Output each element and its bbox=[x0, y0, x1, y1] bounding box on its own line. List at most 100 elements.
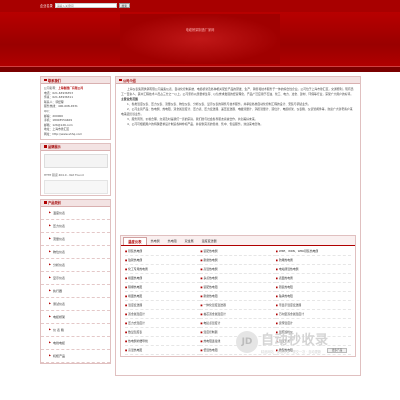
product-label: 温度控制器 bbox=[203, 330, 218, 334]
ad-image[interactable] bbox=[44, 179, 108, 194]
product-tab[interactable]: 热电阻 bbox=[164, 237, 181, 245]
product-label: 一体化温度变送器 bbox=[203, 303, 226, 307]
product-link[interactable]: ■装配热电偶 bbox=[200, 247, 276, 256]
product-link[interactable]: ■压力式温度计 bbox=[125, 319, 201, 328]
product-link[interactable]: ■带显示温度变送器 bbox=[275, 301, 351, 310]
contact-value: 126@126.com bbox=[52, 122, 73, 127]
search-input[interactable]: 请输入关键词 bbox=[54, 3, 117, 8]
product-label: 电接点温度计 bbox=[203, 321, 221, 325]
product-label: 高温热电偶 bbox=[203, 267, 218, 271]
category-item[interactable]: ▶ 物位仪表 bbox=[41, 246, 110, 259]
ad-body: HTTP 错误 404.0 - Not Found bbox=[41, 151, 110, 195]
product-label: 铠装热电偶 bbox=[128, 249, 143, 253]
product-label: 化工专用热电偶 bbox=[128, 267, 148, 271]
square-bullet-icon: ■ bbox=[275, 259, 278, 262]
product-label: 带显示温度变送器 bbox=[278, 303, 302, 307]
top-bar: 企业名录 请输入关键词 搜索 bbox=[0, 0, 400, 12]
product-label: 耐磨热电偶 bbox=[203, 258, 218, 262]
product-link[interactable]: ■防爆热电偶 bbox=[275, 256, 351, 265]
product-link[interactable]: ■ 耐磨热电偶 bbox=[200, 256, 276, 265]
product-link[interactable]: ■铠装热电偶 bbox=[125, 247, 201, 256]
category-item[interactable]: ▶ 显示仪表 bbox=[41, 272, 110, 285]
about-paragraph: 2、公司主营产品：热电偶、热电阻、双金属温度计、压力表、压力变送器、差压变送器、… bbox=[121, 107, 353, 116]
more-products-button[interactable]: 更多产品 bbox=[327, 348, 347, 353]
contact-label: 联系人： bbox=[44, 99, 56, 104]
about-subheading: 主营业务范围 bbox=[121, 96, 138, 101]
square-bullet-icon: ■ bbox=[275, 295, 278, 298]
product-link[interactable]: ■端面热电阻 bbox=[125, 292, 201, 301]
product-link[interactable]: ■端面热电偶 bbox=[125, 274, 201, 283]
product-link[interactable]: ■耐磨热电阻 bbox=[200, 292, 276, 301]
category-label: 分析仪表 bbox=[53, 262, 66, 267]
arrow-right-icon: ▶ bbox=[49, 354, 51, 358]
contact-value: 400-008-4531 bbox=[58, 104, 78, 109]
square-bullet-icon: ■ bbox=[275, 322, 278, 325]
product-link[interactable]: ■轴承热电阻 bbox=[275, 292, 351, 301]
left-sidebar: 联系我们 公司名称：上海衡器厂有限公司 电话：021-63936353 传真：021… bbox=[40, 76, 111, 367]
square-bullet-icon: ■ bbox=[125, 286, 128, 289]
contact-value: 18903554469 bbox=[52, 118, 72, 123]
product-tab[interactable]: 温度仪表 bbox=[123, 237, 147, 245]
product-link[interactable]: ■一体化温度变送器 bbox=[200, 301, 276, 310]
category-item[interactable]: ▶ 机柜产品 bbox=[41, 350, 110, 363]
product-tab[interactable]: 温度变送器 bbox=[198, 237, 221, 245]
category-item[interactable]: ▶ 测试仪表 bbox=[41, 298, 110, 311]
category-label: 电线电缆 bbox=[53, 340, 66, 345]
contact-value: 上海衡器厂有限公司 bbox=[58, 86, 84, 90]
product-link[interactable]: ■万向型双金属温度计 bbox=[275, 310, 351, 319]
product-link[interactable]: ■高温热电偶 bbox=[200, 265, 276, 274]
product-link[interactable]: ■ 电接点温度计 bbox=[200, 319, 276, 328]
product-tab[interactable]: 热电偶 bbox=[147, 237, 164, 245]
product-link[interactable]: ■多点热电偶 bbox=[200, 274, 276, 283]
brand-ad-panel: 品牌展示 HTTP 错误 404.0 - Not Found bbox=[40, 142, 111, 196]
square-bullet-icon: ■ bbox=[125, 313, 128, 316]
ad-image[interactable] bbox=[44, 153, 108, 168]
category-item[interactable]: ▶ 仪 表 箱 bbox=[41, 324, 110, 337]
about-paragraph: 3、服务周到、价格合理、交货及时是我们一贯的宗旨，我们愿与社会各界朋友真诚合作，… bbox=[127, 116, 258, 121]
contact-value: 200000 bbox=[52, 113, 64, 118]
square-bullet-icon: ■ bbox=[275, 250, 278, 253]
product-label: 铠装热电阻 bbox=[278, 285, 293, 289]
category-label: 流量仪表 bbox=[53, 236, 66, 241]
product-link[interactable]: ■双金属温度计 bbox=[125, 310, 201, 319]
category-item[interactable]: ▶ 温度仪表 bbox=[41, 207, 110, 220]
category-label: 显示仪表 bbox=[53, 275, 66, 280]
product-link[interactable]: ■数显温度表 bbox=[125, 328, 201, 337]
ad-heading: 品牌展示 bbox=[41, 143, 110, 151]
product-link[interactable]: ■温度变送器 bbox=[125, 301, 201, 310]
category-item[interactable]: ▶ 流量仪表 bbox=[41, 233, 110, 246]
product-link[interactable]: ■化工专用热电偶 bbox=[125, 265, 201, 274]
product-link[interactable]: ■抽芯双金属温度计 bbox=[200, 310, 276, 319]
product-tab[interactable]: 双金属 bbox=[181, 237, 198, 245]
product-link[interactable]: ■电站测温热电偶 bbox=[275, 265, 351, 274]
product-link[interactable]: ■远传温度计 bbox=[275, 319, 351, 328]
arrow-right-icon: ▶ bbox=[49, 237, 51, 241]
product-label: 远传温度计 bbox=[278, 321, 293, 325]
product-label: 隔爆热电阻 bbox=[128, 285, 143, 289]
product-link[interactable]: ■铠装热电阻 bbox=[275, 283, 351, 292]
product-link[interactable]: ■热电偶补偿导线 bbox=[125, 337, 201, 346]
category-label: 执行器 bbox=[53, 288, 63, 293]
category-item[interactable]: ▶ 执行器 bbox=[41, 285, 110, 298]
square-bullet-icon: ■ bbox=[200, 286, 203, 289]
category-item[interactable]: ▶ 电缆桥架 bbox=[41, 311, 110, 324]
product-link[interactable]: ■高温热电阻 bbox=[125, 346, 201, 355]
search-button[interactable]: 搜索 bbox=[118, 3, 130, 8]
category-item[interactable]: ▶ 压力仪表 bbox=[41, 220, 110, 233]
product-link[interactable]: ■表面热电偶 bbox=[275, 274, 351, 283]
nav-bar bbox=[0, 66, 400, 72]
product-link[interactable]: ■隔爆热电阻 bbox=[125, 283, 201, 292]
product-label: 防爆热电偶 bbox=[278, 258, 293, 262]
banner-title: 电缆桥架制造厂家网 bbox=[185, 28, 215, 32]
product-label: WRE、WRN、WRK铠装热电偶 bbox=[278, 249, 319, 253]
contact-value: 021-63936353 bbox=[52, 90, 73, 95]
watermark-title: 自动秒收录 bbox=[261, 333, 329, 348]
category-label: 测试仪表 bbox=[53, 301, 66, 306]
category-item[interactable]: ▶ 电线电缆 bbox=[41, 337, 110, 350]
product-link[interactable]: ■装配热电阻 bbox=[200, 283, 276, 292]
product-link[interactable]: ■铂铑热电偶 bbox=[125, 256, 201, 265]
watermark-logo-icon: JD bbox=[236, 330, 258, 353]
product-link[interactable]: ■WRE、WRN、WRK铠装热电偶 bbox=[275, 247, 351, 256]
square-bullet-icon: ■ bbox=[275, 277, 278, 280]
category-item[interactable]: ▶ 分析仪表 bbox=[41, 259, 110, 272]
